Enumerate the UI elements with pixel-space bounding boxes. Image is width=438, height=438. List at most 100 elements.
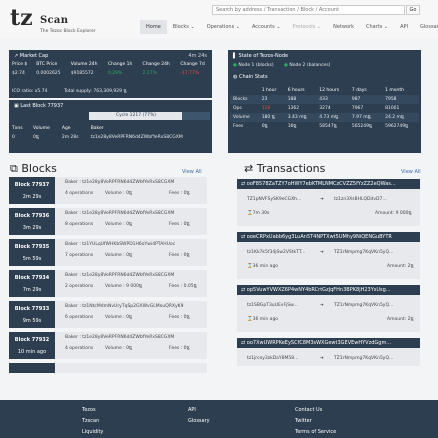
tx-hash[interactable]: ⇄ ooF8578ZaTZY7oHWY7ebKTMLNMCzCVZZ5fYzZZ… [237,179,420,189]
transaction-card[interactable]: ⇄ op5VuwYVWXZ6P4wNY4bRCrtGzJqFHn3BPK8jH2… [237,285,420,332]
transaction-card[interactable]: ⇄ ooeCRPxUabb6yg3LuAn5T4NPTXwt5UMhy9NiQE… [237,232,420,279]
block-ops: 2 operations [65,284,94,289]
block-number[interactable]: Block 77935 [9,244,55,250]
transactions-view-all[interactable]: View All [401,169,421,175]
tx-hash[interactable]: ⇄ oo7XwUWRPKeEySCfC8M3sWXGewt3GEVEwHYVzd… [237,338,420,348]
footer-link-contact[interactable]: Contact Us [295,407,322,413]
tx-to[interactable]: TZ1rNmpmg7KqVKn5yQ... [334,303,393,308]
cs-value: 81001 [385,106,400,111]
block-fees: Fees : 0ꜩ [169,222,190,227]
footer-link-twitter[interactable]: Twitter [295,418,312,424]
lb-volume: 0ꜩ [33,135,40,140]
tx-to[interactable]: tz1zn3XsBHLQDdvD7... [334,197,387,202]
tx-from[interactable]: tz1Kk7k5f34jSw2VStkTT... [247,250,305,255]
block-baker[interactable]: Baker : tz1e28y8VeRPFRN6d4ZWbfYeRxS8CGXM [65,180,174,185]
nav-operations[interactable]: Operations ⌄ [201,20,246,34]
last-block-table: Txns Volume Age Baker 0 0ꜩ 2m 28s tz1e28… [9,124,212,142]
block-number[interactable]: Block 77937 [9,182,55,188]
nav-blocks[interactable]: Blocks ⌄ [167,20,201,34]
block-tag: Block 77937 2m 29s [9,177,55,204]
search-input[interactable] [212,5,405,15]
block-time: 10 min ago [17,349,47,355]
cs-col-6h: 6 hours [287,88,305,93]
tx-age-text: 36 min ago [252,317,279,322]
cycle-label: Cycle 1217 (77%) [115,113,157,118]
tx-from[interactable]: tz1SBGpT3uUEvFjSw... [247,303,298,308]
block-tag: Block 77934 7m 29s [9,270,55,297]
block-number[interactable]: Block 77936 [9,213,55,219]
footer-link-liquidity[interactable]: Liquidity [82,429,103,435]
tx-from[interactable]: tz1jrcoy3zkDaY8M58... [247,356,298,361]
block-card[interactable]: Block 77936 3m 29s Baker : tz1e28y8VeRPF… [9,208,207,235]
cs-label: Fees [233,124,244,129]
nav-api[interactable]: API [394,20,414,34]
nav-home[interactable]: Home [140,20,167,34]
nav-glossary[interactable]: Glossary [414,20,438,34]
block-time: 2m 29s [22,194,42,200]
lb-col-baker: Baker [90,126,104,131]
footer-link-tezos[interactable]: Tezos [82,407,96,413]
market-price: $2.74 [12,71,25,76]
market-volume: $9185572 [70,71,94,76]
block-card[interactable]: Block 77933 9m 59s Baker : tz1NtcMdmNvUr… [9,301,207,328]
block-card-partial[interactable] [9,363,207,373]
block-volume: Volume : 0ꜩ [105,253,133,258]
cs-value: 3274 [319,106,331,111]
nav-accounts[interactable]: Accounts ⌄ [246,20,287,34]
logo-scan: Scan [40,15,69,26]
tx-hash[interactable]: ⇄ ooeCRPxUabb6yg3LuAn5T4NPTXwt5UMhy9NiQE… [237,232,420,242]
block-card[interactable]: Block 77932 10 min ago Baker : tz1e28y8V… [9,332,207,359]
cs-col-1m: 1 month [385,88,404,93]
footer-link-api[interactable]: API [188,407,196,413]
footer-link-glossary[interactable]: Glossary [188,418,210,424]
cs-value: 180 ꜩ [261,115,275,120]
block-number[interactable]: Block 77934 [9,275,55,281]
block-card[interactable]: Block 77937 2m 29s Baker : tz1e28y8VeRPF… [9,177,207,204]
tx-amount: Amount: 9 000ꜩ [375,211,412,216]
block-card[interactable]: Block 77935 5m 59s Baker : tz1YULqUfWHKb… [9,239,207,266]
block-fees: Fees : 0ꜩ [169,315,190,320]
tx-from[interactable]: TZ1pNVFSySK9eCGXh... [247,197,301,202]
nav-charts[interactable]: Charts ⌄ [360,20,394,34]
tx-age-text: 36 min ago [252,264,279,269]
logo-tagline: The Tezos Block Explorer [40,29,96,34]
go-button[interactable]: Go [406,5,420,15]
market-col-volume: Volume 24h [70,62,98,67]
lb-baker[interactable]: tz1e28y8VeRPFRN6d4ZWbfYeRxS8CGXM [88,133,212,142]
footer-link-tzscan[interactable]: Tzscan [82,418,99,424]
cs-label: Ops [233,106,242,111]
cs-value: 7958 [385,97,397,102]
block-number[interactable]: Block 77932 [9,337,55,343]
transaction-card[interactable]: ⇄ ooF8578ZaTZY7oHWY7ebKTMLNMCzCVZZ5fYzZZ… [237,179,420,226]
node2-label: Node 2 (balances) [289,63,331,68]
block-card[interactable]: Block 77934 7m 29s Baker : tz1e28y8VeRPF… [9,270,207,297]
block-fees: Fees : 0.05ꜩ [169,284,197,289]
block-number[interactable]: Block 77933 [9,306,55,312]
cycle-progress-bar: Cycle 1217 (77%) [89,112,210,120]
network-header: ▌ State of Tezos-Node [228,50,421,60]
block-tag: Block 77936 3m 29s [9,208,55,235]
blocks-view-all[interactable]: View All [182,169,202,175]
tx-hash[interactable]: ⇄ op5VuwYVWXZ6P4wNY4bRCrtGzJqFHn3BPK8jH2… [237,285,420,295]
tx-amount: Amount: 2ꜩ [387,264,414,269]
block-baker[interactable]: Baker : tz1e28y8VeRPFRN6d4ZWbfYeRxS8CGXM [65,273,174,278]
block-baker[interactable]: Baker : tz1e28y8VeRPFRN6d4ZWbfYeRxS8CGXM [65,211,174,216]
footer-link-terms[interactable]: Terms of Service [295,429,336,435]
lb-age: 2m 28s [61,135,79,140]
nav-network[interactable]: Network [327,20,360,34]
transaction-card[interactable]: ⇄ oo7XwUWRPKeEySCfC8M3sWXGewt3GEVEwHYVzd… [237,338,420,366]
cs-value: 23 [261,97,268,102]
cs-value: 0ꜩ [261,124,268,129]
block-volume: Volume : 0ꜩ [105,191,133,196]
nav-protocols[interactable]: Protocols ⌄ [287,20,328,34]
tx-to[interactable]: TZ1rNmpmg7KqVKn5yQ... [334,250,393,255]
block-baker[interactable]: Baker : tz1e28y8VeRPFRN6d4ZWbfYeRxS8CGXM [65,335,174,340]
tx-age: ⌛36 min ago [247,264,278,269]
tx-age: ⌛7m 30s [247,211,269,216]
block-baker[interactable]: Baker : tz1NtcMdmNvUryTqSp2GXWvGLMeuQRXy… [65,304,183,309]
market-col-price: Price $ [12,62,28,67]
block-baker[interactable]: Baker : tz1YULqUfWHKbSWPD1H6oYwi4PTAHUoc [65,242,175,247]
block-volume: Volume : 9 000ꜩ [105,284,143,289]
cs-row-ops: Ops 118 1362 3274 7967 81001 [230,104,419,113]
tx-to[interactable]: TZ1rNmpmg7KqVKn5yQ... [334,356,393,361]
